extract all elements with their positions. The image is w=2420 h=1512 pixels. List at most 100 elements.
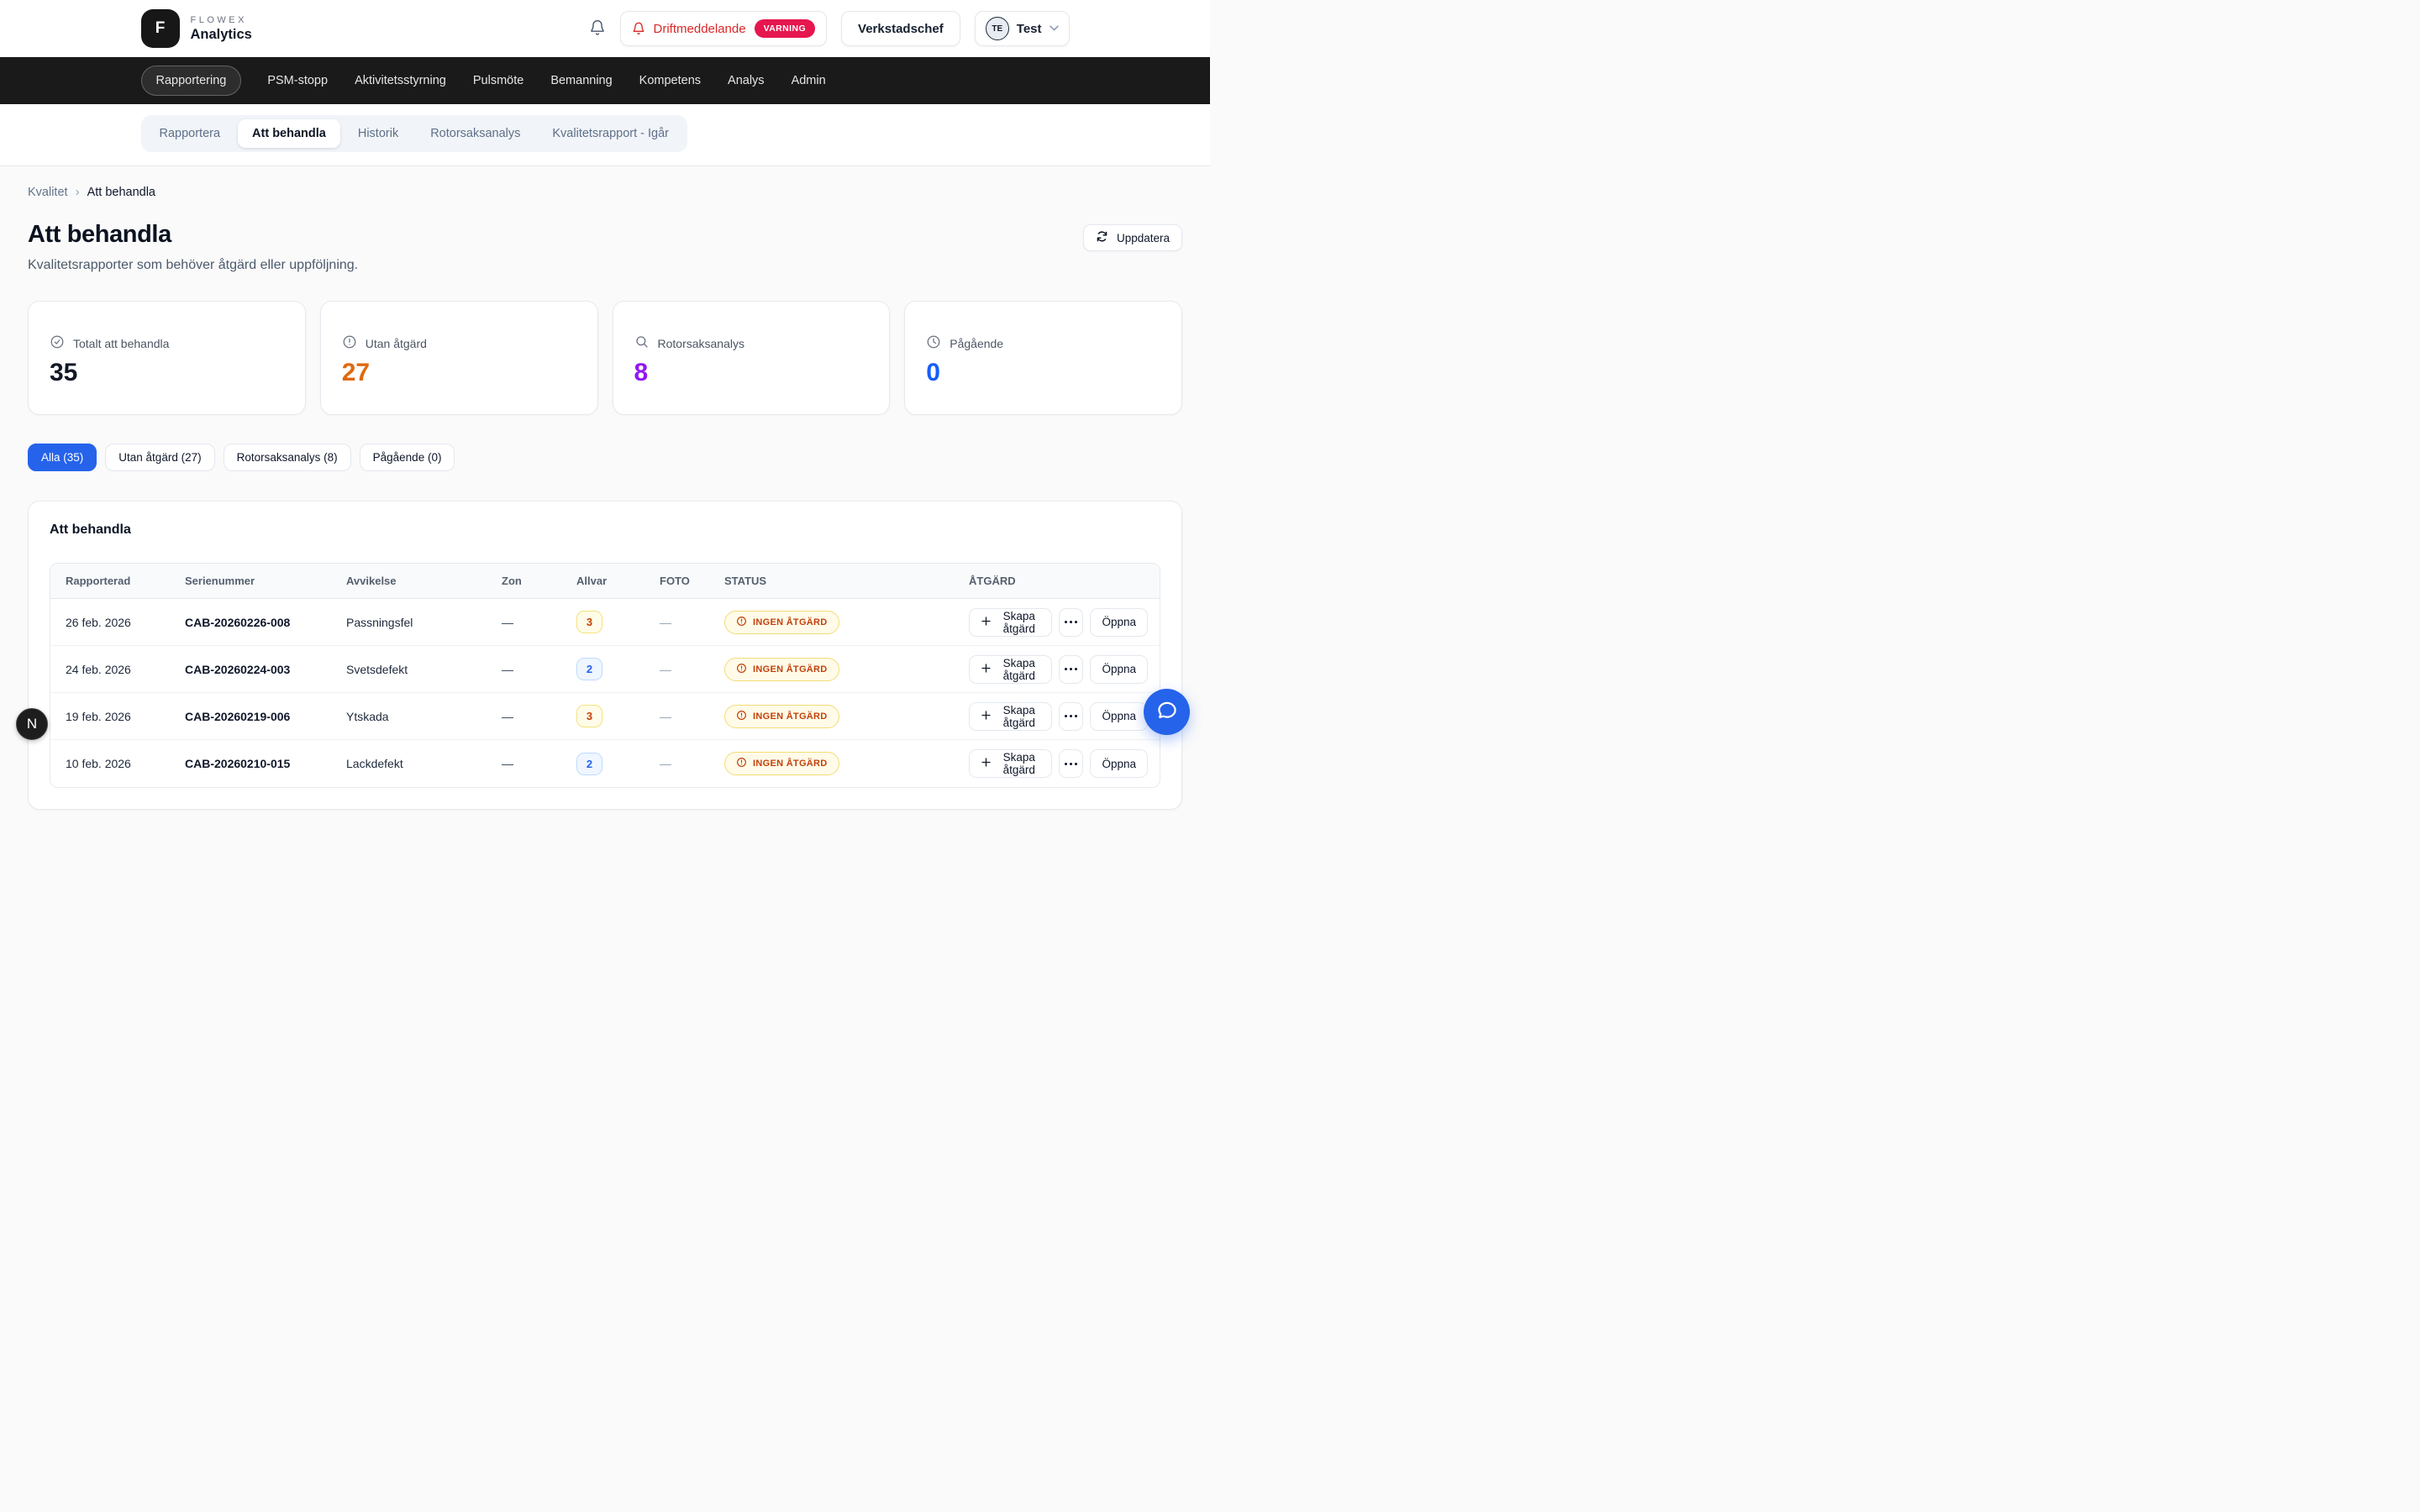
sub-nav-tab-label: Rapportera bbox=[160, 127, 221, 140]
sub-nav-tab[interactable]: Rapportera bbox=[145, 119, 235, 148]
driftmeddelande-alert[interactable]: Driftmeddelande VARNING bbox=[620, 11, 828, 46]
sub-nav-tab[interactable]: Att behandla bbox=[238, 119, 340, 148]
cell-date: 19 feb. 2026 bbox=[50, 710, 170, 723]
filter-chip[interactable]: Pågående (0) bbox=[360, 444, 455, 471]
column-label: Rapporterad bbox=[66, 575, 130, 587]
primary-nav-item-label: Rapportering bbox=[156, 74, 227, 87]
more-options-icon bbox=[1065, 763, 1067, 765]
open-button[interactable]: Öppna bbox=[1090, 749, 1148, 778]
primary-nav-item[interactable]: Analys bbox=[727, 66, 765, 96]
primary-nav: Rapportering PSM-stopp Aktivitetsstyrnin… bbox=[0, 57, 1210, 104]
brand-name: FLOWEX bbox=[191, 15, 252, 25]
create-action-label: Skapa åtgärd bbox=[997, 610, 1040, 635]
cell-status: INGEN ÅTGÄRD bbox=[709, 752, 954, 775]
create-action-button[interactable]: Skapa åtgärd bbox=[969, 749, 1052, 778]
nextjs-dev-badge[interactable]: N bbox=[16, 708, 48, 740]
search-icon bbox=[634, 334, 650, 352]
primary-nav-item[interactable]: Aktivitetsstyrning bbox=[354, 66, 447, 96]
cell-actions: Skapa åtgärd Öppna bbox=[954, 655, 1160, 684]
primary-nav-item[interactable]: Admin bbox=[791, 66, 827, 96]
primary-nav-item[interactable]: Bemanning bbox=[550, 66, 613, 96]
stat-label: Pågående bbox=[950, 337, 1003, 350]
primary-nav-item[interactable]: Kompetens bbox=[639, 66, 702, 96]
brand-product: Analytics bbox=[191, 27, 252, 43]
open-button[interactable]: Öppna bbox=[1090, 608, 1148, 637]
stat-label: Totalt att behandla bbox=[73, 337, 169, 350]
open-label: Öppna bbox=[1102, 616, 1136, 628]
table-column-header[interactable]: Zon ▼ bbox=[487, 575, 561, 587]
column-label: Avvikelse bbox=[346, 575, 397, 587]
stat-value: 27 bbox=[342, 360, 576, 386]
cell-serial: CAB-20260226-008 bbox=[170, 616, 331, 629]
cell-actions: Skapa åtgärd Öppna bbox=[954, 749, 1160, 778]
stat-card-utan-atgard: Utan åtgärd 27 bbox=[320, 301, 598, 415]
primary-nav-item[interactable]: PSM-stopp bbox=[266, 66, 329, 96]
cell-photo: — bbox=[644, 616, 709, 629]
more-options-button[interactable] bbox=[1059, 702, 1083, 731]
filter-chip-label: Alla (35) bbox=[41, 451, 83, 464]
table-row: 26 feb. 2026 CAB-20260226-008 Passningsf… bbox=[50, 599, 1160, 646]
open-label: Öppna bbox=[1102, 710, 1136, 722]
avatar: TE bbox=[986, 17, 1009, 40]
table-column-header[interactable]: Allvar ▼ bbox=[561, 575, 644, 587]
severity-badge: 3 bbox=[576, 705, 602, 727]
sub-nav-tab[interactable]: Historik bbox=[344, 119, 413, 148]
create-action-button[interactable]: Skapa åtgärd bbox=[969, 702, 1052, 731]
alert-circle-icon bbox=[342, 334, 357, 352]
notifications-button[interactable] bbox=[589, 19, 606, 39]
table-column-header[interactable]: Rapporterad ▼ bbox=[50, 575, 170, 587]
filter-chip[interactable]: Utan åtgärd (27) bbox=[105, 444, 214, 471]
filter-chip[interactable]: Rotorsaksanalys (8) bbox=[224, 444, 351, 471]
breadcrumb-current: Att behandla bbox=[87, 186, 155, 199]
create-action-button[interactable]: Skapa åtgärd bbox=[969, 608, 1052, 637]
cell-actions: Skapa åtgärd Öppna bbox=[954, 702, 1160, 731]
filter-chip[interactable]: Alla (35) bbox=[28, 444, 97, 471]
filter-chip-label: Rotorsaksanalys (8) bbox=[237, 451, 338, 464]
alert-bell-icon bbox=[632, 22, 645, 35]
table-column-header[interactable]: Serienummer ▼ bbox=[170, 575, 331, 587]
stat-card-pagaende: Pågående 0 bbox=[904, 301, 1182, 415]
table-column-header[interactable]: Avvikelse ▼ bbox=[331, 575, 487, 587]
user-menu-button[interactable]: TE Test bbox=[975, 11, 1070, 46]
severity-badge: 3 bbox=[576, 611, 602, 633]
stat-cards: Totalt att behandla 35 Utan åtgärd 27 Ro… bbox=[28, 301, 1182, 415]
more-options-button[interactable] bbox=[1059, 655, 1083, 684]
breadcrumb: Kvalitet › Att behandla bbox=[28, 185, 1182, 199]
create-action-button[interactable]: Skapa åtgärd bbox=[969, 655, 1052, 684]
cell-photo: — bbox=[644, 710, 709, 723]
primary-nav-item-label: Kompetens bbox=[639, 74, 701, 87]
table-column-header[interactable]: STATUS ▼ bbox=[709, 575, 954, 587]
refresh-button[interactable]: Uppdatera bbox=[1083, 224, 1182, 251]
cell-date: 10 feb. 2026 bbox=[50, 757, 170, 770]
stat-value: 8 bbox=[634, 360, 869, 386]
cell-serial: CAB-20260224-003 bbox=[170, 663, 331, 676]
primary-nav-item-label: Aktivitetsstyrning bbox=[355, 74, 446, 87]
primary-nav-item[interactable]: Pulsmöte bbox=[472, 66, 524, 96]
sub-nav-tab[interactable]: Rotorsaksanalys bbox=[416, 119, 534, 148]
plus-icon bbox=[981, 757, 992, 770]
sub-nav-tab[interactable]: Kvalitetsrapport - Igår bbox=[538, 119, 683, 148]
more-options-button[interactable] bbox=[1059, 608, 1083, 637]
severity-badge: 2 bbox=[576, 658, 602, 680]
cell-deviation: Svetsdefekt bbox=[331, 663, 487, 676]
cell-date: 26 feb. 2026 bbox=[50, 616, 170, 629]
primary-nav-item-label: Bemanning bbox=[550, 74, 612, 87]
table-column-header[interactable]: FOTO ▼ bbox=[644, 575, 709, 587]
table-column-header[interactable]: ÅTGÄRD ▼ bbox=[954, 575, 1160, 587]
chat-fab-button[interactable] bbox=[1144, 689, 1190, 735]
role-button[interactable]: Verkstadschef bbox=[841, 11, 960, 46]
primary-nav-items: Rapportering PSM-stopp Aktivitetsstyrnin… bbox=[141, 66, 827, 96]
filter-chip-label: Utan åtgärd (27) bbox=[118, 451, 201, 464]
breadcrumb-parent-link[interactable]: Kvalitet bbox=[28, 186, 68, 199]
primary-nav-item[interactable]: Rapportering bbox=[141, 66, 242, 96]
chat-bubble-icon bbox=[1155, 699, 1179, 725]
cell-serial: CAB-20260210-015 bbox=[170, 757, 331, 770]
cell-deviation: Passningsfel bbox=[331, 616, 487, 629]
open-button[interactable]: Öppna bbox=[1090, 655, 1148, 684]
open-button[interactable]: Öppna bbox=[1090, 702, 1148, 731]
cell-photo: — bbox=[644, 757, 709, 770]
cell-deviation: Lackdefekt bbox=[331, 757, 487, 770]
plus-icon bbox=[981, 710, 992, 723]
table-body: 26 feb. 2026 CAB-20260226-008 Passningsf… bbox=[50, 599, 1160, 787]
more-options-button[interactable] bbox=[1059, 749, 1083, 778]
